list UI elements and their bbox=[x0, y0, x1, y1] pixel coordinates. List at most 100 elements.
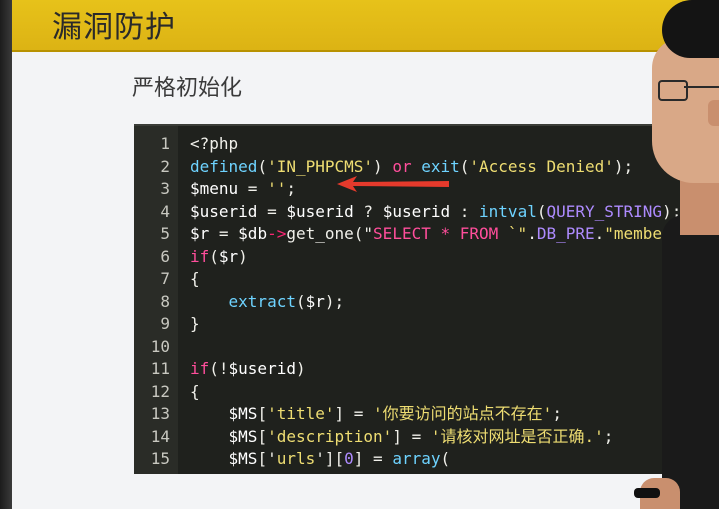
code-token: 'description' bbox=[267, 426, 393, 446]
code-token: '请核对网址是否正确.' bbox=[430, 426, 604, 446]
code-token: $userid bbox=[190, 201, 258, 221]
code-token: = bbox=[238, 179, 268, 198]
line-number: 1 bbox=[160, 134, 170, 153]
code-token: $userid bbox=[286, 201, 354, 221]
code-token: ] = bbox=[353, 449, 393, 468]
code-token: ( bbox=[295, 291, 306, 311]
code-token: ( bbox=[440, 449, 451, 468]
code-token: ? bbox=[353, 201, 383, 221]
line-number: 6 bbox=[160, 246, 170, 266]
code-token: urls bbox=[276, 449, 316, 468]
code-token: ; bbox=[603, 426, 614, 446]
code-token: `" bbox=[498, 224, 528, 243]
code-line: 5 $r = $db->get_one("SELECT * FROM `".DB_… bbox=[134, 223, 719, 246]
code-token: $userid bbox=[382, 201, 451, 221]
line-number: 9 bbox=[160, 314, 170, 333]
code-token: ( bbox=[459, 156, 470, 176]
code-line: 1 <?php bbox=[134, 133, 719, 156]
code-line: 7{ bbox=[134, 268, 719, 291]
code-line: 14 $MS['description'] = '请核对网址是否正确.'; bbox=[134, 426, 719, 449]
screen-bezel bbox=[0, 0, 12, 509]
code-token: get_one bbox=[286, 224, 354, 243]
glasses-icon bbox=[658, 80, 688, 101]
code-token: ] = bbox=[392, 426, 431, 446]
code-token: ); bbox=[613, 156, 634, 176]
code-token: $r bbox=[218, 246, 239, 266]
code-token: '' bbox=[267, 179, 287, 198]
slide-title: 漏洞防护 bbox=[52, 10, 176, 45]
code-token: (! bbox=[209, 359, 229, 378]
code-line: 15 $MS['urls'][0] = array( bbox=[134, 448, 719, 471]
code-token: 'IN_PHPCMS' bbox=[267, 156, 374, 176]
line-number: 13 bbox=[150, 404, 170, 423]
code-token: [ bbox=[257, 426, 268, 446]
code-line: 12 { bbox=[134, 381, 719, 404]
presenter-neck bbox=[680, 175, 719, 235]
presenter-ear bbox=[708, 100, 719, 126]
code-line: 10 bbox=[134, 336, 719, 359]
code-line: 9} bbox=[134, 313, 719, 336]
line-number: 4 bbox=[160, 201, 170, 221]
code-token: (" bbox=[353, 224, 374, 243]
code-token: if bbox=[190, 359, 210, 378]
code-token: $menu bbox=[190, 179, 239, 198]
line-number: 5 bbox=[160, 224, 170, 243]
code-token: '你要访问的站点不存在' bbox=[373, 404, 553, 423]
code-token: = bbox=[257, 201, 287, 221]
code-token: = bbox=[209, 224, 239, 243]
code-token: DB_PRE bbox=[536, 224, 595, 243]
line-number: 11 bbox=[150, 359, 170, 378]
code-token: $MS bbox=[228, 426, 258, 446]
remote-clicker bbox=[634, 488, 660, 498]
code-token: $r bbox=[305, 291, 325, 311]
code-token: 0 bbox=[344, 449, 354, 468]
code-token: if bbox=[190, 246, 210, 266]
code-token: [ bbox=[257, 404, 268, 423]
line-number: 15 bbox=[150, 449, 170, 468]
line-number: 8 bbox=[160, 291, 170, 311]
line-number: 7 bbox=[160, 269, 170, 288]
code-token: '][ bbox=[315, 449, 345, 468]
code-line: 11 if(!$userid) bbox=[134, 358, 719, 381]
code-token: ) bbox=[238, 246, 248, 266]
code-token: ; bbox=[552, 404, 562, 423]
code-line: 4 $userid = $userid ? $userid : intval(QU… bbox=[134, 201, 719, 224]
code-token: } bbox=[190, 314, 200, 333]
code-token: ; bbox=[286, 179, 296, 198]
code-token: { bbox=[190, 381, 200, 401]
line-number: 10 bbox=[150, 336, 170, 356]
code-token: ( bbox=[257, 156, 268, 176]
code-line: 8 extract($r); bbox=[134, 291, 719, 314]
code-token: { bbox=[190, 269, 200, 288]
code-token: ); bbox=[324, 291, 345, 311]
code-token: . bbox=[594, 224, 605, 243]
code-token: ) bbox=[295, 359, 306, 378]
code-token: extract bbox=[228, 291, 296, 311]
code-token: $MS bbox=[228, 449, 258, 468]
code-token: SELECT * FROM bbox=[373, 224, 499, 243]
code-token: ] = bbox=[334, 404, 374, 423]
code-token: -> bbox=[267, 224, 287, 243]
code-token: 'title' bbox=[267, 404, 335, 423]
code-token: [' bbox=[257, 449, 277, 468]
code-line: 13 $MS['title'] = '你要访问的站点不存在'; bbox=[134, 403, 719, 426]
line-number: 2 bbox=[160, 156, 170, 176]
line-number: 3 bbox=[160, 179, 170, 198]
glasses-frame bbox=[684, 86, 719, 88]
code-token: ) bbox=[373, 156, 393, 176]
code-token: array bbox=[392, 449, 441, 468]
code-token: 'Access Denied' bbox=[469, 156, 614, 176]
code-token: $MS bbox=[228, 404, 258, 423]
slide-subtitle: 严格初始化 bbox=[132, 76, 243, 101]
slide-title-bar: 漏洞防护 bbox=[12, 0, 719, 52]
code-token: or bbox=[392, 156, 412, 176]
presenter-hair bbox=[662, 0, 719, 58]
line-number: 14 bbox=[150, 426, 170, 446]
code-token: defined bbox=[190, 156, 258, 176]
code-line: 6 if($r) bbox=[134, 246, 719, 269]
